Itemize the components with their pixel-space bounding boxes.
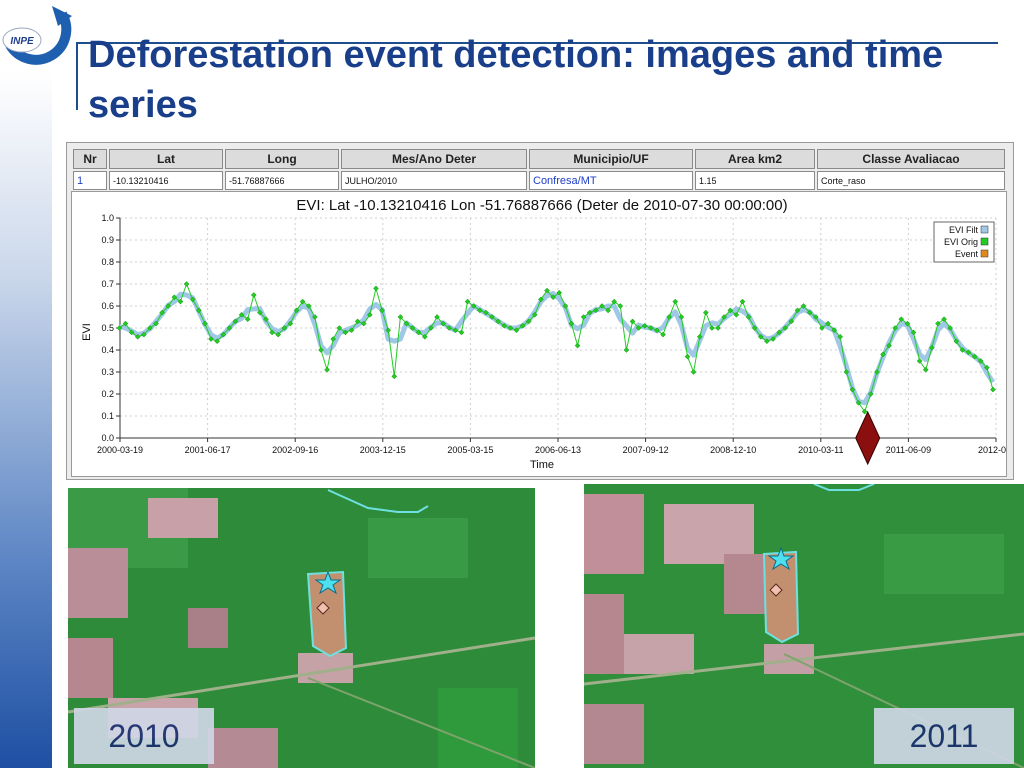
data-point [690,369,697,375]
x-tick-label: 2005-03-15 [447,445,493,455]
x-tick-label: 2007-09-12 [623,445,669,455]
table-row[interactable]: 1 -10.13210416 -51.76887666 JULHO/2010 C… [73,171,1005,190]
title-accent-bar [76,42,78,110]
data-point [574,342,581,349]
y-tick-label: 0.6 [101,301,114,311]
legend-swatch-evi-filt [980,225,989,234]
evi-chart: EVI: Lat -10.13210416 Lon -51.76887666 (… [71,191,1007,477]
chart-title: EVI: Lat -10.13210416 Lon -51.76887666 (… [296,197,787,214]
slide-title: Deforestation event detection: images an… [88,34,944,126]
y-tick-label: 0.5 [101,323,114,333]
y-tick-label: 0.8 [101,257,114,267]
chart-legend: EVI Filt EVI Orig Event [933,221,995,263]
data-point [391,373,398,380]
year-label-2010: 2010 [74,708,214,764]
data-point [250,292,257,298]
legend-swatch-event [980,249,989,258]
column-header-classe[interactable]: Classe Avaliacao [817,149,1005,169]
column-header-long[interactable]: Long [225,149,339,169]
legend-label-event: Event [955,249,979,259]
data-point [739,298,746,305]
data-point [672,298,679,305]
detections-table: Nr Lat Long Mes/Ano Deter Municipio/UF A… [71,147,1007,192]
data-point [702,309,709,316]
y-tick-label: 0.9 [101,235,114,245]
column-header-lat[interactable]: Lat [109,149,223,169]
data-point [684,353,691,360]
x-tick-label: 2011-06-09 [886,445,931,455]
x-axis-label: Time [530,459,554,471]
y-tick-label: 0.0 [101,433,114,443]
inpe-logo: INPE [2,6,72,65]
legend-label-evi-filt: EVI Filt [949,225,979,235]
y-tick-label: 0.2 [101,389,114,399]
data-point [990,386,996,393]
legend-label-evi-orig: EVI Orig [944,237,978,247]
x-tick-label: 2012-09- [978,445,1006,455]
table-header-row: Nr Lat Long Mes/Ano Deter Municipio/UF A… [73,149,1005,169]
column-header-nr[interactable]: Nr [73,149,107,169]
x-tick-label: 2003-12-15 [360,445,406,455]
column-header-municipio[interactable]: Municipio/UF [529,149,693,169]
deforestation-polygon-2011 [762,550,800,644]
y-tick-label: 0.1 [101,411,114,421]
x-tick-label: 2001-06-17 [185,445,231,455]
event-diamond-icon [855,410,881,466]
x-tick-label: 2010-03-11 [798,445,843,455]
logo-wordmark: INPE [10,36,34,47]
y-tick-label: 1.0 [101,213,114,223]
data-point [373,285,379,292]
column-header-mes-ano[interactable]: Mes/Ano Deter [341,149,527,169]
year-label-2011: 2011 [874,708,1014,764]
y-axis-label: EVI [81,323,93,341]
y-tick-label: 0.7 [101,279,114,289]
cell-area: 1.15 [695,171,815,190]
x-tick-label: 2002-09-16 [272,445,318,455]
column-header-area[interactable]: Area km2 [695,149,815,169]
legend-swatch-evi-orig [980,237,989,246]
screenshot-panel: Nr Lat Long Mes/Ano Deter Municipio/UF A… [66,142,1014,480]
series-line-evi-orig [119,282,994,413]
x-tick-label: 2006-06-13 [535,445,581,455]
data-point [183,281,190,287]
cell-long: -51.76887666 [225,171,339,190]
x-tick-label: 2008-12-10 [710,445,756,455]
cell-nr[interactable]: 1 [73,171,107,190]
y-tick-label: 0.4 [101,345,114,355]
side-decoration-bar [0,72,52,768]
y-tick-label: 0.3 [101,367,114,377]
evi-chart-svg: EVI: Lat -10.13210416 Lon -51.76887666 (… [81,197,1006,471]
data-point [623,347,630,353]
cell-mes-ano: JULHO/2010 [341,171,527,190]
cell-classe: Corte_raso [817,171,1005,190]
x-tick-label: 2000-03-19 [97,445,143,455]
cell-municipio[interactable]: Confresa/MT [529,171,693,190]
data-point [458,329,465,336]
cell-lat: -10.13210416 [109,171,223,190]
